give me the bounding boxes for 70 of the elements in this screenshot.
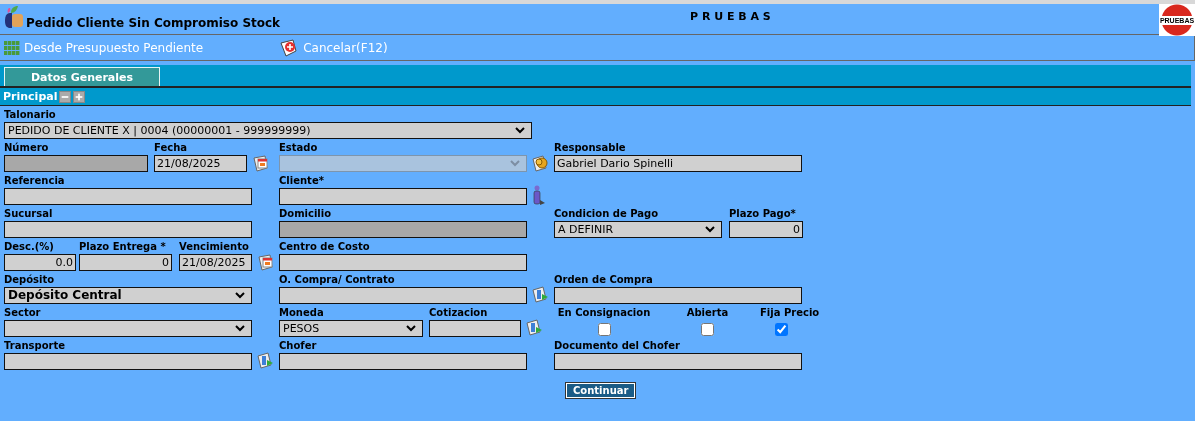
field-label: Plazo Entrega * — [79, 240, 167, 253]
select-field[interactable]: Depósito Central — [4, 286, 252, 304]
person-icon[interactable] — [531, 185, 547, 207]
field-label: Responsable — [554, 141, 627, 154]
input-field[interactable] — [554, 352, 802, 370]
field-label: Depósito — [4, 273, 56, 286]
field-label: Orden de Compra — [554, 273, 654, 286]
field-label: Domicilio — [279, 207, 333, 220]
grid-icon — [4, 40, 20, 55]
select-field[interactable] — [4, 319, 252, 337]
field-label: Chofer — [279, 339, 318, 352]
window-title: Pedido Cliente Sin Compromiso Stock — [26, 16, 281, 30]
field-label: Desc.(%) — [4, 240, 55, 253]
input-field[interactable]: 0 — [79, 253, 172, 271]
select-field[interactable]: PESOS — [279, 319, 423, 337]
field-label: Plazo Pago* — [729, 207, 797, 220]
field-label: Cliente* — [279, 174, 325, 187]
calendar-icon[interactable] — [256, 252, 276, 272]
input-field[interactable] — [279, 286, 527, 304]
input-field[interactable]: 0.0 — [4, 253, 76, 271]
input-field[interactable]: 0 — [729, 220, 803, 238]
environment-label: P R U E B A S — [690, 10, 771, 23]
section-title: Principal — [3, 90, 58, 103]
input-field[interactable] — [279, 187, 527, 205]
field-label: Documento del Chofer — [554, 339, 681, 352]
coins-icon[interactable] — [531, 153, 551, 173]
input-field[interactable]: 21/08/2025 — [154, 154, 247, 172]
continue-button[interactable]: Continuar — [566, 383, 636, 398]
app-logo-icon — [4, 5, 24, 29]
input-field[interactable] — [4, 187, 252, 205]
input-field[interactable] — [279, 352, 527, 370]
field-label: Fecha — [154, 141, 188, 154]
field-label: O. Compra/ Contrato — [279, 273, 396, 286]
input-field[interactable] — [4, 352, 252, 370]
field-label: Talonario — [4, 108, 57, 121]
field-label: Referencia — [4, 174, 66, 187]
field-label: Número — [4, 141, 50, 154]
field-label: Estado — [279, 141, 319, 154]
checkbox[interactable] — [701, 322, 714, 336]
input-field[interactable] — [279, 253, 527, 271]
field-label: Transporte — [4, 339, 66, 352]
input-field[interactable]: Gabriel Dario Spinelli — [554, 154, 802, 172]
checkbox[interactable] — [775, 322, 788, 336]
field-label: Sucursal — [4, 207, 54, 220]
field-label: Sector — [4, 306, 42, 319]
select-field[interactable]: PEDIDO DE CLIENTE X | 0004 (00000001 - 999999999) — [4, 121, 532, 139]
input-field[interactable] — [4, 220, 252, 238]
chevron-down-icon — [705, 225, 715, 233]
select-field[interactable]: A DEFINIR — [554, 220, 722, 238]
chevron-down-icon — [510, 159, 520, 167]
field-label: Abierta — [685, 306, 730, 319]
field-label: Condicion de Pago — [554, 207, 659, 220]
checkbox[interactable] — [597, 322, 611, 336]
field-label: Centro de Costo — [279, 240, 371, 253]
input-field[interactable]: 21/08/2025 — [179, 253, 252, 271]
chevron-down-icon — [235, 324, 245, 332]
cancel-icon — [279, 38, 300, 57]
field-label: Cotizacion — [429, 306, 489, 319]
input-field[interactable] — [429, 319, 521, 337]
field-label: Vencimiento — [179, 240, 250, 253]
field-label: Fija Precio — [760, 306, 820, 319]
calendar-icon[interactable] — [251, 153, 271, 173]
chevron-down-icon — [235, 291, 245, 299]
field-label: Moneda — [279, 306, 325, 319]
input-field[interactable] — [554, 286, 802, 304]
expand-icon[interactable] — [73, 90, 86, 103]
chevron-down-icon — [515, 126, 525, 134]
chevron-down-icon — [406, 324, 416, 332]
collapse-icon[interactable] — [59, 90, 72, 103]
field-label: En Consignacion — [556, 306, 652, 319]
